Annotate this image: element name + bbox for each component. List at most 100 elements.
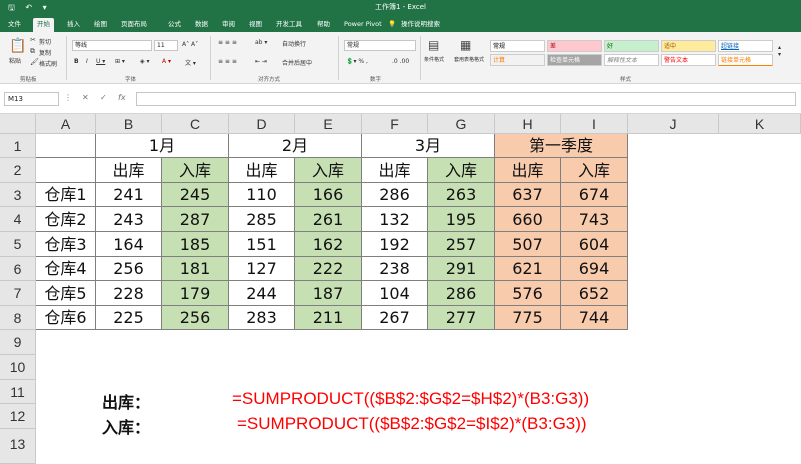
select-all-corner[interactable] bbox=[0, 114, 36, 134]
cell-warehouse-name[interactable]: 仓库6 bbox=[36, 306, 96, 330]
tab-page-layout[interactable]: 页面布局 bbox=[117, 18, 151, 32]
style-warning[interactable]: 警告文本 bbox=[661, 54, 716, 66]
cell-value[interactable]: 187 bbox=[295, 281, 362, 306]
paste-icon[interactable]: 📋 bbox=[9, 38, 26, 54]
cell-value[interactable]: 195 bbox=[428, 207, 495, 232]
cell-value[interactable]: 604 bbox=[561, 232, 628, 257]
cell-value[interactable]: 743 bbox=[561, 207, 628, 232]
italic-icon[interactable]: I bbox=[86, 58, 88, 65]
format-as-table-button[interactable]: 套用表格格式 bbox=[454, 56, 484, 63]
tab-data[interactable]: 数据 bbox=[191, 18, 212, 32]
cell-month-3[interactable]: 3月 bbox=[362, 134, 495, 158]
enter-icon[interactable]: ✓ bbox=[100, 93, 107, 102]
copy-button[interactable]: 复制 bbox=[39, 48, 51, 57]
cell-value[interactable]: 228 bbox=[96, 281, 162, 306]
cell-value[interactable]: 291 bbox=[428, 257, 495, 281]
cell-value[interactable]: 164 bbox=[96, 232, 162, 257]
cell-value[interactable]: 244 bbox=[229, 281, 295, 306]
cell-value[interactable]: 257 bbox=[428, 232, 495, 257]
row-header-1[interactable]: 1 bbox=[0, 134, 36, 158]
format-as-table-icon[interactable]: ▦ bbox=[460, 38, 471, 52]
cell-subheader[interactable]: 入库 bbox=[561, 158, 628, 183]
cell-value[interactable]: 652 bbox=[561, 281, 628, 306]
currency-icon[interactable]: 💲▾ % , bbox=[346, 58, 368, 65]
row-header-3[interactable]: 3 bbox=[0, 183, 36, 207]
cell-value[interactable]: 694 bbox=[561, 257, 628, 281]
row-header-10[interactable]: 10 bbox=[0, 355, 36, 380]
decimal-icon[interactable]: .0 .00 bbox=[392, 58, 409, 65]
conditional-format-button[interactable]: 条件格式 bbox=[424, 56, 444, 63]
cell-value[interactable]: 674 bbox=[561, 183, 628, 207]
formula-out[interactable]: =SUMPRODUCT(($B$2:$G$2=$H$2)*(B3:G3)) bbox=[232, 389, 589, 409]
cell-value[interactable]: 104 bbox=[362, 281, 428, 306]
cut-button[interactable]: 剪切 bbox=[39, 37, 51, 46]
styles-scroll-icon[interactable]: ▴ ▾ bbox=[778, 44, 781, 58]
conditional-format-icon[interactable]: ▤ bbox=[428, 38, 439, 52]
cell-value[interactable]: 286 bbox=[362, 183, 428, 207]
tab-home[interactable]: 开始 bbox=[33, 18, 54, 32]
cell-warehouse-name[interactable]: 仓库1 bbox=[36, 183, 96, 207]
cell-warehouse-name[interactable]: 仓库4 bbox=[36, 257, 96, 281]
tab-review[interactable]: 审阅 bbox=[218, 18, 239, 32]
grow-shrink-font-icon[interactable]: A˄ A˅ bbox=[182, 41, 198, 48]
cell-value[interactable]: 238 bbox=[362, 257, 428, 281]
copy-icon[interactable]: ⧉ bbox=[30, 47, 35, 56]
cut-icon[interactable]: ✂ bbox=[30, 36, 36, 44]
cell-value[interactable]: 127 bbox=[229, 257, 295, 281]
cell-value[interactable]: 225 bbox=[96, 306, 162, 330]
row-header-4[interactable]: 4 bbox=[0, 207, 36, 232]
font-size-select[interactable]: 11 bbox=[154, 40, 178, 51]
style-check-cell[interactable]: 检查单元格 bbox=[547, 54, 602, 66]
left-align-icon[interactable]: ≡ ≡ ≡ bbox=[218, 58, 237, 65]
cell-warehouse-name[interactable]: 仓库2 bbox=[36, 207, 96, 232]
border-icon[interactable]: ⊞ ▾ bbox=[115, 58, 125, 65]
cell-value[interactable]: 507 bbox=[495, 232, 561, 257]
tab-insert[interactable]: 插入 bbox=[63, 18, 84, 32]
row-header-2[interactable]: 2 bbox=[0, 158, 36, 183]
cell-subheader[interactable]: 出库 bbox=[96, 158, 162, 183]
cell-value[interactable]: 285 bbox=[229, 207, 295, 232]
name-box[interactable]: M13 bbox=[4, 92, 59, 106]
tab-file[interactable]: 文件 bbox=[4, 18, 25, 32]
formula-input[interactable] bbox=[136, 92, 796, 106]
cell-warehouse-name[interactable]: 仓库5 bbox=[36, 281, 96, 306]
style-bad[interactable]: 差 bbox=[547, 40, 602, 52]
tab-formulas[interactable]: 公式 bbox=[164, 18, 185, 32]
cell-value[interactable]: 286 bbox=[428, 281, 495, 306]
cell-value[interactable]: 185 bbox=[162, 232, 229, 257]
tab-help[interactable]: 帮助 bbox=[313, 18, 334, 32]
format-painter-icon[interactable]: 🖌 bbox=[30, 58, 39, 66]
cell-month-2[interactable]: 2月 bbox=[229, 134, 362, 158]
font-name-select[interactable]: 等线 bbox=[72, 40, 152, 51]
column-header-k[interactable]: K bbox=[719, 114, 801, 134]
tab-power-pivot[interactable]: Power Pivot bbox=[340, 18, 386, 32]
cell-value[interactable]: 256 bbox=[162, 306, 229, 330]
row-header-9[interactable]: 9 bbox=[0, 330, 36, 355]
insert-function-icon[interactable]: fx bbox=[118, 93, 126, 102]
row-header-7[interactable]: 7 bbox=[0, 281, 36, 306]
cell-value[interactable]: 179 bbox=[162, 281, 229, 306]
style-good[interactable]: 好 bbox=[604, 40, 659, 52]
cell-value[interactable]: 181 bbox=[162, 257, 229, 281]
paste-button[interactable]: 粘贴 bbox=[9, 56, 21, 65]
cell-a2[interactable] bbox=[36, 158, 96, 183]
row-header-6[interactable]: 6 bbox=[0, 257, 36, 281]
column-header-a[interactable]: A bbox=[36, 114, 96, 134]
column-header-d[interactable]: D bbox=[229, 114, 295, 134]
indent-icon[interactable]: ⇤ ⇥ bbox=[255, 58, 267, 65]
formula-in[interactable]: =SUMPRODUCT(($B$2:$G$2=$I$2)*(B3:G3)) bbox=[237, 414, 587, 434]
cell-value[interactable]: 166 bbox=[295, 183, 362, 207]
orientation-icon[interactable]: ab ▾ bbox=[255, 39, 267, 46]
row-header-5[interactable]: 5 bbox=[0, 232, 36, 257]
cell-subheader[interactable]: 入库 bbox=[295, 158, 362, 183]
format-painter-button[interactable]: 格式刷 bbox=[39, 59, 57, 68]
number-format-select[interactable]: 常规 bbox=[344, 40, 416, 51]
cell-value[interactable]: 267 bbox=[362, 306, 428, 330]
cell-subheader[interactable]: 出库 bbox=[229, 158, 295, 183]
cell-value[interactable]: 245 bbox=[162, 183, 229, 207]
tab-draw[interactable]: 绘图 bbox=[90, 18, 111, 32]
cell-value[interactable]: 222 bbox=[295, 257, 362, 281]
tab-developer[interactable]: 开发工具 bbox=[272, 18, 306, 32]
cell-value[interactable]: 192 bbox=[362, 232, 428, 257]
cell-value[interactable]: 287 bbox=[162, 207, 229, 232]
